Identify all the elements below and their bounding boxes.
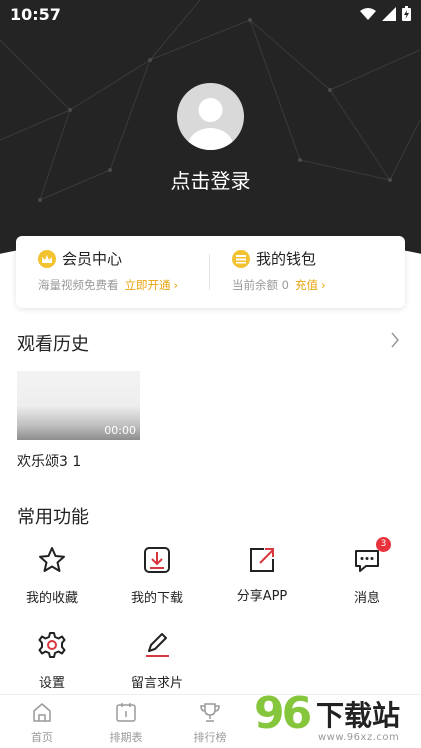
watermark-site: www.96xz.com bbox=[318, 732, 400, 743]
downloads-button[interactable]: 我的下载 bbox=[112, 545, 202, 606]
messages-label: 消息 bbox=[353, 591, 380, 606]
video-duration: 00:00 bbox=[104, 424, 136, 437]
messages-button[interactable]: 3 消息 bbox=[322, 537, 412, 606]
favorites-button[interactable]: 我的收藏 bbox=[7, 545, 97, 606]
home-icon bbox=[33, 703, 51, 722]
wallet-title: 我的钱包 bbox=[256, 250, 317, 268]
chevron-right-icon: › bbox=[173, 278, 179, 292]
membership-subtitle: 海量视频免费看 bbox=[38, 278, 119, 292]
wallet-recharge-link[interactable]: 充值 bbox=[295, 278, 318, 292]
nav-schedule-label: 排期表 bbox=[109, 731, 143, 744]
nav-ranking[interactable]: 排行榜 bbox=[180, 701, 240, 745]
nav-home[interactable]: 首页 bbox=[12, 701, 72, 745]
wallet-balance: 当前余额 0 bbox=[232, 278, 289, 292]
settings-button[interactable]: 设置 bbox=[7, 630, 97, 691]
history-item-title[interactable]: 欢乐颂3 1 bbox=[17, 451, 81, 471]
downloads-label: 我的下载 bbox=[130, 591, 183, 606]
membership-center[interactable]: 会员中心 海量视频免费看 立即开通 › bbox=[38, 248, 178, 293]
calendar-icon bbox=[116, 703, 136, 722]
watermark-logo: 96 下载站 www.96xz.com bbox=[250, 688, 421, 748]
trophy-icon bbox=[200, 703, 220, 722]
history-more-chevron-icon[interactable] bbox=[389, 331, 401, 349]
login-button[interactable]: 点击登录 bbox=[0, 165, 421, 194]
message-badge: 3 bbox=[376, 537, 391, 552]
download-icon bbox=[144, 547, 170, 573]
member-wallet-card: 会员中心 海量视频免费看 立即开通 › 我的钱包 当前余额 0 充值 › bbox=[16, 236, 405, 308]
status-time: 10:57 bbox=[10, 5, 61, 24]
favorites-label: 我的收藏 bbox=[25, 591, 78, 606]
nav-schedule[interactable]: 排期表 bbox=[96, 701, 156, 745]
gear-icon bbox=[38, 632, 66, 658]
share-app-label: 分享APP bbox=[236, 589, 288, 604]
functions-section-title: 常用功能 bbox=[17, 507, 89, 528]
status-bar: 10:57 bbox=[0, 0, 421, 30]
request-movie-label: 留言求片 bbox=[130, 676, 183, 691]
nav-ranking-label: 排行榜 bbox=[193, 731, 227, 744]
request-movie-button[interactable]: 留言求片 bbox=[112, 630, 202, 691]
history-thumbnail[interactable]: 00:00 bbox=[17, 371, 140, 440]
user-silhouette-icon bbox=[187, 98, 234, 150]
edit-icon bbox=[146, 633, 169, 657]
membership-open-link[interactable]: 立即开通 bbox=[125, 278, 171, 292]
watermark-text: 下载站 bbox=[316, 699, 401, 732]
settings-label: 设置 bbox=[38, 676, 65, 691]
share-app-button[interactable]: 分享APP bbox=[217, 545, 307, 604]
wallet-coin-icon bbox=[232, 249, 250, 268]
my-wallet[interactable]: 我的钱包 当前余额 0 充值 › bbox=[232, 248, 326, 293]
membership-title: 会员中心 bbox=[62, 250, 123, 268]
watermark-number: 96 bbox=[254, 688, 312, 739]
share-icon bbox=[250, 548, 274, 572]
battery-icon bbox=[402, 6, 411, 21]
wifi-icon bbox=[360, 7, 376, 20]
crown-icon bbox=[38, 249, 56, 268]
nav-home-label: 首页 bbox=[31, 731, 53, 744]
star-icon bbox=[39, 547, 65, 572]
chevron-right-icon: › bbox=[320, 278, 326, 292]
signal-icon bbox=[382, 6, 396, 21]
card-divider bbox=[209, 254, 210, 290]
avatar[interactable] bbox=[177, 83, 244, 150]
history-section-title: 观看历史 bbox=[17, 334, 89, 355]
